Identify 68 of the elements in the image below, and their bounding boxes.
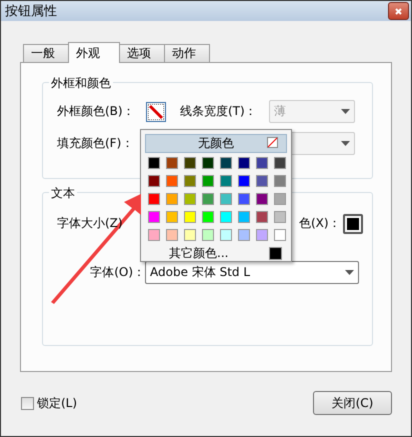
color-swatch[interactable]: [166, 175, 178, 187]
tab[interactable]: 选项: [119, 44, 165, 63]
checkbox[interactable]: [21, 396, 34, 410]
color-swatch[interactable]: [166, 229, 178, 241]
more-colors-option[interactable]: 其它颜色...: [145, 241, 287, 262]
color-swatch[interactable]: [148, 157, 160, 169]
color-swatch[interactable]: [184, 229, 196, 241]
no-color-icon: [148, 104, 164, 120]
close-icon: [395, 8, 402, 14]
field-label: 色(X)：: [299, 215, 342, 232]
dropdown-caret-icon: [341, 141, 350, 146]
color-swatch[interactable]: [148, 211, 160, 223]
color-swatch[interactable]: [256, 229, 268, 241]
color-swatch[interactable]: [220, 193, 232, 205]
window-title: 按钮属性: [5, 3, 57, 20]
field-label: 字体(O)：: [89, 264, 145, 281]
lock-checkbox[interactable]: 锁定(L): [21, 394, 78, 412]
color-swatch[interactable]: [184, 211, 196, 223]
color-swatch[interactable]: [274, 193, 286, 205]
color-swatch[interactable]: [202, 211, 214, 223]
color-swatch[interactable]: [274, 175, 286, 187]
color-swatch[interactable]: [274, 229, 286, 241]
color-swatch[interactable]: [184, 175, 196, 187]
dropdown-caret-icon: [345, 270, 354, 275]
no-color-icon: [267, 137, 278, 148]
color-swatch[interactable]: [220, 157, 232, 169]
field-label: 线条宽度(T)：: [180, 103, 258, 120]
color-swatch[interactable]: [148, 175, 160, 187]
color-swatch[interactable]: [202, 157, 214, 169]
tab[interactable]: 一般: [23, 44, 69, 63]
field-label: 填充颜色(F)：: [57, 135, 134, 152]
color-swatch[interactable]: [148, 229, 160, 241]
color-swatch[interactable]: [220, 229, 232, 241]
font-dropdown[interactable]: Adobe 宋体 Std L: [145, 261, 359, 284]
color-swatch[interactable]: [202, 229, 214, 241]
color-swatch[interactable]: [256, 211, 268, 223]
color-swatch[interactable]: [274, 211, 286, 223]
color-swatch[interactable]: [220, 211, 232, 223]
color-swatch: [347, 218, 359, 230]
color-swatch[interactable]: [274, 157, 286, 169]
color-swatch[interactable]: [184, 157, 196, 169]
color-swatch[interactable]: [256, 193, 268, 205]
no-color-option[interactable]: 无颜色: [145, 134, 287, 153]
color-swatch[interactable]: [256, 175, 268, 187]
color-swatch[interactable]: [220, 175, 232, 187]
color-swatch[interactable]: [166, 211, 178, 223]
color-swatch[interactable]: [148, 193, 160, 205]
color-swatch[interactable]: [256, 157, 268, 169]
color-swatch: [269, 247, 282, 260]
field-label: 外框颜色(B)：: [57, 103, 136, 120]
dropdown-caret-icon: [341, 109, 350, 114]
border-color-button[interactable]: [146, 102, 166, 122]
color-swatch[interactable]: [238, 157, 250, 169]
color-swatch[interactable]: [166, 193, 178, 205]
close-button[interactable]: [388, 2, 409, 20]
color-swatch[interactable]: [238, 193, 250, 205]
tab[interactable]: 动作: [164, 44, 210, 63]
color-swatch[interactable]: [238, 229, 250, 241]
color-swatch[interactable]: [202, 175, 214, 187]
color-swatch[interactable]: [202, 193, 214, 205]
text-color-button[interactable]: [343, 214, 363, 234]
color-swatch[interactable]: [238, 175, 250, 187]
color-swatch[interactable]: [238, 211, 250, 223]
group-title: 外框和颜色: [49, 75, 113, 92]
color-swatch[interactable]: [184, 193, 196, 205]
color-swatch[interactable]: [166, 157, 178, 169]
close-dialog-button[interactable]: 关闭(C): [313, 391, 392, 415]
tab[interactable]: 外观: [68, 42, 120, 63]
